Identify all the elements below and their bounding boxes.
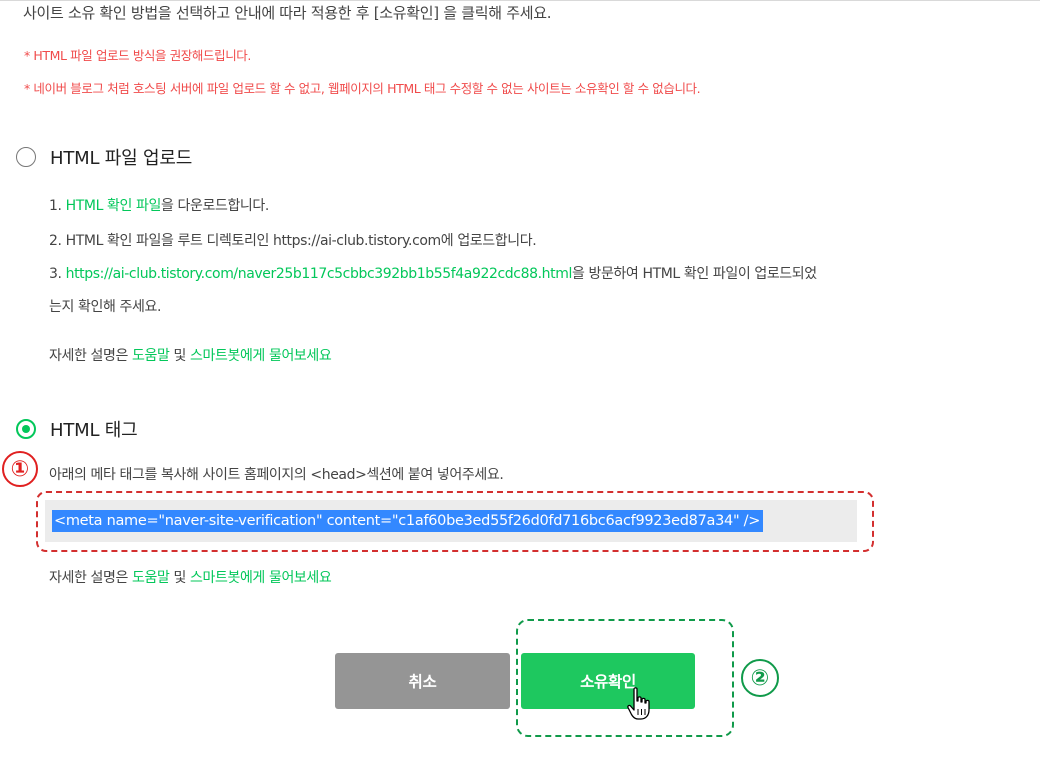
hand-pointer-icon (627, 687, 650, 720)
help-link[interactable]: 도움말 (132, 348, 170, 364)
smartbot-link[interactable]: 스마트봇에게 물어보세요 (190, 570, 332, 586)
meta-tag-instruction: 아래의 메타 태그를 복사해 사이트 홈페이지의 <head>섹션에 붙여 넣어… (49, 467, 504, 483)
radio-html-file-upload[interactable] (16, 147, 36, 167)
step-3-prefix: 3. (49, 266, 66, 282)
radio-html-tag[interactable] (16, 419, 36, 439)
annotation-marker-2: ② (741, 659, 779, 697)
step-2: 2. HTML 확인 파일을 루트 디렉토리인 https://ai-club.… (49, 233, 537, 249)
cancel-button[interactable]: 취소 (335, 653, 510, 709)
option-html-file-upload[interactable]: HTML 파일 업로드 (16, 144, 192, 170)
help-link[interactable]: 도움말 (132, 570, 170, 586)
top-divider (0, 0, 1040, 1)
smartbot-link[interactable]: 스마트봇에게 물어보세요 (190, 348, 332, 364)
warning-unsupported: * 네이버 블로그 처럼 호스팅 서버에 파일 업로드 할 수 없고, 웹페이지… (24, 81, 701, 96)
option-html-tag[interactable]: HTML 태그 (16, 416, 138, 442)
step-3: 3. https://ai-club.tistory.com/naver25b1… (49, 263, 817, 283)
help-middle: 및 (169, 348, 191, 364)
option-label: HTML 태그 (50, 420, 138, 441)
step-3-continued: 는지 확인해 주세요. (49, 299, 161, 315)
intro-text: 사이트 소유 확인 방법을 선택하고 안내에 따라 적용한 후 [소유확인] 을… (23, 4, 552, 22)
annotation-red-dashed-box (36, 491, 874, 552)
help-text-file: 자세한 설명은 도움말 및 스마트봇에게 물어보세요 (49, 345, 332, 365)
help-text-tag: 자세한 설명은 도움말 및 스마트봇에게 물어보세요 (49, 567, 332, 587)
step-3-suffix: 을 방문하여 HTML 확인 파일이 업로드되었 (571, 266, 817, 282)
option-label: HTML 파일 업로드 (50, 148, 193, 169)
help-prefix: 자세한 설명은 (49, 570, 132, 586)
annotation-marker-1: ① (2, 451, 38, 487)
warning-recommend: * HTML 파일 업로드 방식을 권장해드립니다. (24, 48, 251, 63)
help-middle: 및 (169, 570, 191, 586)
annotation-green-dashed-box (516, 619, 734, 737)
step-1: 1. HTML 확인 파일을 다운로드합니다. (49, 195, 269, 215)
verification-url-link[interactable]: https://ai-club.tistory.com/naver25b117c… (66, 266, 573, 282)
step-1-prefix: 1. (49, 198, 66, 214)
download-html-file-link[interactable]: HTML 확인 파일 (66, 198, 162, 214)
step-1-suffix: 을 다운로드합니다. (161, 198, 269, 214)
help-prefix: 자세한 설명은 (49, 348, 132, 364)
